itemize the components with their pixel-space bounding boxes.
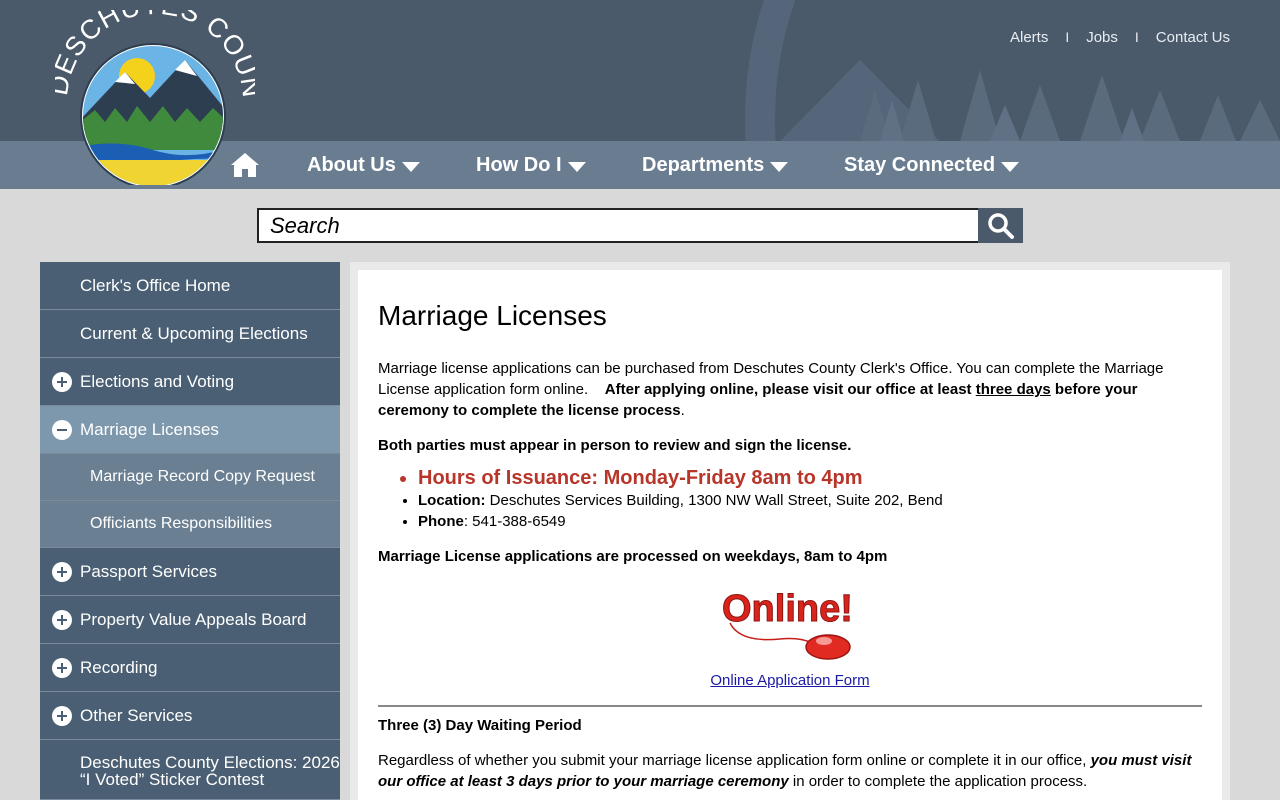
nav-how-do-i[interactable]: How Do I	[476, 154, 586, 177]
online-application: Online! Online Application Form	[378, 581, 1202, 690]
sidebar-item-sticker-contest[interactable]: Deschutes County Elections: 2026 “I Vote…	[40, 740, 340, 800]
nav-about-us[interactable]: About Us	[307, 154, 420, 177]
search-input[interactable]	[257, 208, 978, 243]
nav-stay-connected[interactable]: Stay Connected	[844, 154, 1020, 177]
nav-departments[interactable]: Departments	[642, 154, 789, 177]
sidebar-item-current-upcoming-elections[interactable]: Current & Upcoming Elections	[40, 310, 340, 358]
search-bar	[257, 208, 1023, 243]
search-button[interactable]	[978, 208, 1023, 243]
sidebar-subitem-officiants-responsibilities[interactable]: Officiants Responsibilities	[40, 501, 340, 548]
sidebar-item-other-services[interactable]: Other Services	[40, 692, 340, 740]
caret-down-icon	[1001, 162, 1020, 172]
collapse-minus-icon[interactable]	[52, 420, 72, 440]
alerts-link[interactable]: Alerts	[1010, 29, 1048, 46]
deschutes-county-logo[interactable]: DESCHUTES COUNTY	[55, 10, 255, 185]
main-content: Marriage Licenses Marriage license appli…	[358, 270, 1222, 800]
online-application-link[interactable]: Online Application Form	[378, 672, 1202, 689]
caret-down-icon	[770, 162, 789, 172]
contact-us-link[interactable]: Contact Us	[1156, 29, 1230, 46]
section-divider	[378, 705, 1202, 707]
online-graphic-text: Online!	[722, 588, 853, 630]
processing-notice: Marriage License applications are proces…	[378, 548, 888, 565]
both-parties-notice: Both parties must appear in person to re…	[378, 437, 852, 454]
waiting-period-text: Regardless of whether you submit your ma…	[378, 752, 1192, 790]
sidebar-item-property-value-appeals-board[interactable]: Property Value Appeals Board	[40, 596, 340, 644]
expand-plus-icon[interactable]	[52, 658, 72, 678]
phone-item: Phone: 541-388-6549	[418, 511, 1202, 532]
expand-plus-icon[interactable]	[52, 372, 72, 392]
waiting-period-title: Three (3) Day Waiting Period	[378, 717, 582, 734]
expand-plus-icon[interactable]	[52, 706, 72, 726]
separator: I	[1134, 29, 1139, 45]
sidebar-subitem-marriage-record-copy-request[interactable]: Marriage Record Copy Request	[40, 454, 340, 501]
expand-plus-icon[interactable]	[52, 562, 72, 582]
sidebar-item-clerks-office-home[interactable]: Clerk's Office Home	[40, 262, 340, 310]
online-mouse-graphic[interactable]: Online!	[720, 581, 860, 663]
caret-down-icon	[567, 162, 586, 172]
jobs-link[interactable]: Jobs	[1086, 29, 1118, 46]
search-icon	[987, 212, 1014, 239]
hours-of-issuance: Hours of Issuance: Monday-Friday 8am to …	[418, 466, 1202, 490]
sidebar-item-marriage-licenses[interactable]: Marriage Licenses	[40, 406, 340, 454]
sidebar-item-elections-and-voting[interactable]: Elections and Voting	[40, 358, 340, 406]
office-info-list: Hours of Issuance: Monday-Friday 8am to …	[418, 466, 1202, 532]
sidebar-item-recording[interactable]: Recording	[40, 644, 340, 692]
intro-paragraph: Marriage license applications can be pur…	[378, 360, 1164, 419]
sidebar-item-passport-services[interactable]: Passport Services	[40, 548, 340, 596]
page-title: Marriage Licenses	[378, 300, 607, 331]
expand-plus-icon[interactable]	[52, 610, 72, 630]
location-item: Location: Deschutes Services Building, 1…	[418, 490, 1202, 511]
sidebar-nav: Clerk's Office Home Current & Upcoming E…	[40, 262, 340, 800]
mountain-trees-background	[745, 0, 1280, 141]
caret-down-icon	[401, 162, 420, 172]
separator: I	[1065, 29, 1070, 45]
utility-links: Alerts I Jobs I Contact Us	[1010, 29, 1230, 46]
